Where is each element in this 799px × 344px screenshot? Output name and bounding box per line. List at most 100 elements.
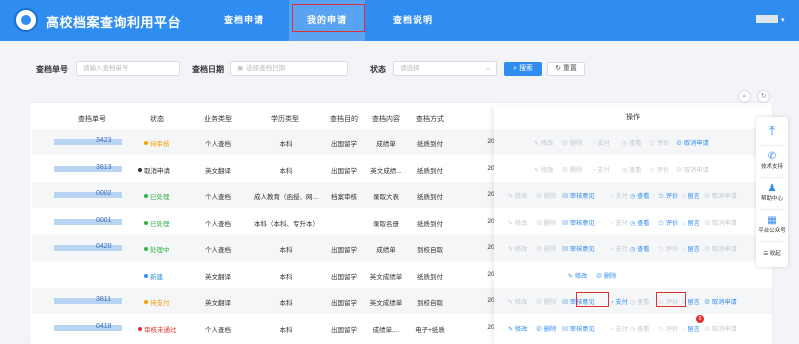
tech-support-label: 技术支持 — [760, 164, 783, 170]
table-refresh-icon[interactable]: ↻ — [757, 90, 770, 103]
row-id[interactable]: 3811 — [96, 296, 111, 303]
row-id[interactable]: 0420 — [96, 243, 112, 250]
op-button[interactable]: ◔ 支付 — [592, 165, 610, 174]
op-button[interactable]: ⊘ 删除 — [536, 191, 556, 200]
cell-edu: 本科 — [279, 273, 293, 281]
op-button[interactable]: ⊘ 取消申请 — [676, 138, 709, 147]
status-text: 已处理 — [150, 220, 170, 228]
op-button[interactable]: ⊘ 删除 — [562, 165, 582, 174]
op-button[interactable]: ✎ 修改 — [508, 324, 527, 333]
chevron-down-icon[interactable]: ▾ — [781, 16, 785, 24]
op-button[interactable]: ◌ 留言 — [682, 324, 700, 333]
divider — [760, 177, 784, 178]
op-button[interactable]: ▤ 审核意见 — [562, 191, 595, 200]
collapse-button[interactable]: ☰ 收起 — [756, 249, 788, 257]
op-button[interactable]: ⊘ 取消申请 — [704, 244, 737, 253]
cell-purpose: 出国留学 — [331, 273, 357, 281]
op-button[interactable]: ⊘ 取消申请 — [704, 324, 737, 333]
filter-no-input[interactable]: 请输入查档单号 — [76, 61, 180, 76]
op-button[interactable]: ☆ 评价 — [649, 138, 669, 147]
cell-business: 个人查档 — [205, 194, 231, 201]
cell-purpose: 出国留学 — [331, 141, 357, 148]
search-button[interactable]: ⌕ 搜索 — [504, 62, 542, 76]
op-button[interactable]: ✎ 修改 — [508, 218, 527, 227]
op-button[interactable]: ✎ 修改 — [508, 191, 527, 200]
op-button[interactable]: ✎ 修改 — [508, 244, 527, 253]
op-button[interactable]: ⊘ 取消申请 — [704, 218, 737, 227]
op-button[interactable]: ☆ 评价 — [649, 165, 669, 174]
status-badge: 已处理 — [144, 218, 170, 228]
filter-date-input[interactable]: ▣ 选择查档日期 — [230, 61, 348, 76]
filter-no-label: 查档单号 — [36, 65, 68, 74]
op-button[interactable]: ◷ 查看 — [630, 244, 650, 253]
op-button[interactable]: ✎ 修改 — [534, 165, 553, 174]
op-button[interactable]: ⊘ 取消申请 — [704, 191, 737, 200]
ops-row: ✎ 修改 ⊘ 删除 ◔ 支付 ◷ 查看 ☆ 评价 ⊘ 取消申请 — [494, 156, 772, 182]
op-button[interactable]: ▤ 审核意见 — [562, 218, 595, 227]
chevron-down-icon: ⌄ — [485, 65, 491, 72]
operations-column: 操作 ✎ 修改 ⊘ 删除 ◔ 支付 ◷ 查看 ☆ 评价 ⊘ 取消申请 ✎ 修改 ⊘ 删除 ◔ 支… — [494, 106, 772, 344]
row-id[interactable]: 0418 — [96, 323, 112, 330]
op-button[interactable]: ◌ 留言 — [682, 191, 700, 200]
op-button[interactable]: ◷ 查看 — [630, 324, 650, 333]
op-button[interactable]: ⊘ 删除 — [536, 324, 556, 333]
op-button[interactable]: ☆ 评价 — [658, 324, 678, 333]
op-button[interactable]: ▤ 审核意见 — [562, 244, 595, 253]
op-button[interactable]: ✎ 修改 — [534, 138, 553, 147]
op-button[interactable]: ◷ 查看 — [622, 165, 642, 174]
row-id[interactable]: 0001 — [96, 217, 112, 224]
status-dot — [144, 141, 148, 146]
help-center-button[interactable]: ♟ 帮助中心 — [756, 183, 788, 202]
row-id[interactable]: 0002 — [96, 190, 112, 197]
op-button[interactable]: ◔ 支付 — [610, 191, 628, 200]
tech-support-button[interactable]: ✆ 技术支持 — [756, 151, 788, 170]
pay-highlight-box — [576, 292, 609, 307]
back-to-top-button[interactable]: ⤒ — [756, 124, 788, 137]
row-id[interactable]: 3423 — [96, 137, 112, 144]
table-search-icon[interactable]: ⌕ — [738, 90, 751, 103]
op-button[interactable]: ⊘ 删除 — [536, 244, 556, 253]
op-button[interactable]: ◔ 支付 — [592, 138, 610, 147]
op-button[interactable]: ⊘ 取消申请 — [676, 165, 709, 174]
op-button[interactable]: ✎ 修改 — [508, 297, 527, 306]
ops-row: ✎ 修改 ⊘ 删除 ▤ 审核意见 ◔ 支付 ◷ 查看 ☆ 评价 ◌ 留言 ⊘ 取消申请 — [494, 288, 772, 314]
op-button[interactable]: ⊘ 取消申请 — [704, 297, 737, 306]
ops-row: ✎ 修改 ⊘ 删除 ▤ 审核意见 ◔ 支付 ◷ 查看 ☆ 评价 ◌ 留言 ⊘ 取消申请 — [494, 235, 772, 261]
op-button[interactable]: ☆ 评价 — [658, 191, 678, 200]
cell-content: 英文成绩单 — [369, 273, 403, 281]
cell-edu: 本科 — [279, 247, 293, 254]
cell-business: 个人查档 — [205, 141, 231, 148]
cell-method: 到校自取 — [417, 247, 443, 254]
nav-apply[interactable]: 查档申请 — [206, 0, 282, 41]
col-header-no: 查档单号 — [78, 116, 106, 123]
op-button[interactable]: ◌ 留言 — [682, 218, 700, 227]
calendar-icon: ▣ — [237, 65, 244, 72]
cell-method: 电子+纸质 — [415, 326, 445, 334]
op-button[interactable]: ✎ 修改 — [568, 271, 587, 280]
unread-badge: 6 — [696, 314, 704, 323]
reset-button[interactable]: ↻ 重置 — [547, 62, 585, 76]
op-button[interactable]: ⊘ 删除 — [596, 271, 616, 280]
op-button[interactable]: ▤ 审核意见 — [562, 324, 595, 333]
row-id[interactable]: 3813 — [96, 164, 112, 171]
op-button[interactable]: ◔ 支付 — [610, 218, 628, 227]
op-button[interactable]: ◷ 查看 — [622, 138, 642, 147]
filter-date-label: 查档日期 — [192, 65, 224, 74]
status-badge: 已处理 — [144, 191, 170, 201]
nav-instructions[interactable]: 查档说明 — [372, 0, 454, 41]
op-button[interactable]: ☆ 评价 — [658, 218, 678, 227]
op-button[interactable]: ◌ 留言 — [682, 244, 700, 253]
op-button[interactable]: ◷ 查看 — [630, 297, 650, 306]
op-button[interactable]: ⊘ 删除 — [562, 138, 582, 147]
op-button[interactable]: ⊘ 删除 — [536, 297, 556, 306]
wechat-account-button[interactable]: ▦ 平台公众号 — [756, 215, 788, 234]
op-button[interactable]: ◔ 支付 — [610, 324, 628, 333]
op-button[interactable]: ◷ 查看 — [630, 191, 650, 200]
op-button[interactable]: ◔ 支付 — [610, 244, 628, 253]
filter-status-select[interactable]: 请选择 ⌄ — [393, 61, 497, 76]
op-button[interactable]: ⊘ 删除 — [536, 218, 556, 227]
op-button[interactable]: ◔ 支付 — [610, 297, 628, 306]
op-button[interactable]: ◷ 查看 — [630, 218, 650, 227]
user-avatar[interactable] — [756, 15, 778, 23]
op-button[interactable]: ☆ 评价 — [658, 244, 678, 253]
